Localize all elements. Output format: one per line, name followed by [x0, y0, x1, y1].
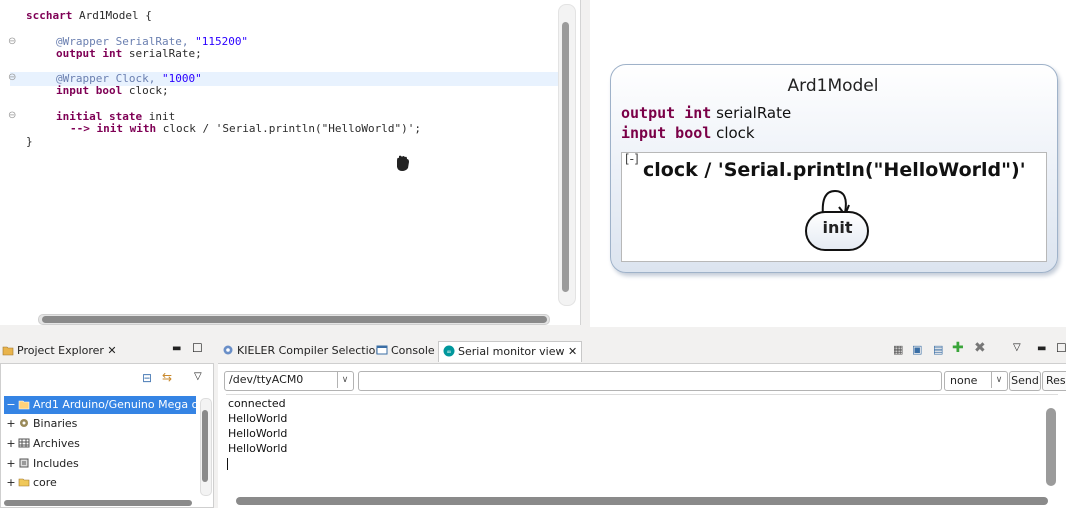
tree-item[interactable]: + Archives — [4, 435, 80, 453]
code-token: --> init — [70, 122, 130, 135]
serial-output-line: HelloWorld — [228, 412, 288, 425]
folder-icon — [18, 478, 30, 487]
declaration-name: clock — [716, 124, 755, 142]
line-ending-select[interactable]: none ∨ — [944, 371, 1008, 391]
archives-icon — [18, 438, 30, 448]
console-icon — [376, 345, 388, 355]
send-button[interactable]: Send — [1009, 371, 1041, 391]
project-icon — [18, 400, 30, 410]
serial-output-area[interactable] — [226, 394, 1058, 495]
collapse-icon[interactable]: − — [4, 396, 18, 414]
output-horizontal-scroll-thumb[interactable] — [236, 497, 1048, 505]
pin-console-icon[interactable]: ▤ — [933, 343, 943, 356]
declaration-keyword: input bool — [621, 124, 712, 142]
grab-cursor-icon — [397, 155, 409, 171]
minimize-icon[interactable]: ▬ — [172, 343, 181, 354]
tree-horizontal-scroll-thumb[interactable] — [4, 500, 192, 506]
tree-item[interactable]: + Binaries — [4, 415, 77, 433]
project-explorer-icon — [2, 346, 14, 356]
view-menu-icon[interactable]: ▽ — [1013, 342, 1021, 353]
arduino-icon: ∞ — [443, 345, 455, 357]
declaration-input: input bool clock — [621, 124, 755, 142]
expand-icon[interactable]: + — [4, 415, 18, 433]
tree-item-label: Includes — [33, 457, 79, 470]
declaration-keyword: output int — [621, 104, 712, 122]
link-with-editor-icon[interactable]: ⇆ — [162, 370, 172, 384]
editor-vertical-scroll-thumb[interactable] — [562, 22, 569, 292]
expand-icon[interactable]: + — [4, 455, 18, 473]
fold-marker-icon[interactable]: ⊖ — [8, 110, 16, 121]
minimize-icon[interactable]: ▬ — [1037, 343, 1046, 354]
code-line[interactable]: } — [26, 135, 33, 148]
chevron-down-icon[interactable]: ∨ — [337, 372, 352, 388]
pane-separator[interactable] — [0, 327, 1066, 337]
remove-monitor-icon[interactable]: ✖ — [974, 340, 986, 356]
reset-button[interactable]: Reset — [1042, 371, 1066, 391]
fold-marker-icon[interactable]: ⊖ — [8, 36, 16, 47]
binaries-icon — [20, 419, 28, 427]
send-text-input[interactable] — [358, 371, 942, 391]
code-line[interactable]: --> init with clock / 'Serial.println("H… — [70, 122, 421, 135]
output-vertical-scroll-thumb[interactable] — [1046, 408, 1056, 486]
code-token: clock; — [122, 84, 169, 97]
tab-label: KIELER Compiler Selection — [237, 344, 383, 357]
tree-item-label: Binaries — [33, 417, 78, 430]
collapse-all-icon[interactable]: ⊟ — [142, 371, 152, 385]
initial-state-label: init — [822, 218, 853, 237]
port-value: /dev/ttyACM0 — [229, 373, 304, 386]
line-ending-value: none — [950, 374, 978, 387]
tab-serial-monitor[interactable]: ∞ Serial monitor view ✕ — [438, 341, 583, 362]
serial-output-line: HelloWorld — [228, 427, 288, 440]
code-line[interactable]: input bool clock; — [56, 84, 169, 97]
tree-item-label: Ard1 Arduino/Genuino Mega or — [33, 398, 203, 411]
transition-label[interactable]: clock / 'Serial.println("HelloWorld")' — [643, 159, 1026, 181]
code-token: Ard1Model { — [72, 9, 152, 22]
includes-icon — [19, 458, 29, 468]
declaration-output: output int serialRate — [621, 104, 791, 122]
expand-icon[interactable]: + — [4, 435, 18, 453]
code-token: } — [26, 135, 33, 148]
add-monitor-icon[interactable]: ✚ — [952, 340, 964, 356]
code-token: "115200" — [195, 35, 249, 48]
declaration-name: serialRate — [716, 104, 792, 122]
text-caret — [227, 458, 228, 470]
fold-marker-icon[interactable]: ⊖ — [8, 72, 16, 83]
view-menu-icon[interactable]: ▽ — [194, 371, 202, 382]
code-token: serialRate; — [122, 47, 202, 60]
svg-text:∞: ∞ — [447, 349, 452, 356]
code-token: input bool — [56, 84, 123, 97]
tree-item[interactable]: − Ard1 Arduino/Genuino Mega or — [4, 396, 203, 414]
tab-console[interactable]: Console — [376, 341, 435, 361]
compiler-icon — [223, 345, 233, 355]
tab-label: Serial monitor view ✕ — [458, 345, 578, 358]
tab-project-explorer[interactable]: Project Explorer ✕ — [2, 341, 117, 361]
code-line[interactable]: output int serialRate; — [56, 47, 202, 60]
maximize-icon[interactable]: ☐ — [192, 341, 203, 355]
tree-item[interactable]: + Includes — [4, 455, 79, 473]
tree-item-label: Archives — [33, 437, 80, 450]
code-token: clock / 'Serial.println("HelloWorld")'; — [156, 122, 422, 135]
tree-item[interactable]: + core — [4, 474, 57, 492]
serial-output-line: connected — [228, 397, 286, 410]
tree-vertical-scroll-thumb[interactable] — [202, 410, 208, 482]
code-token: output int — [56, 47, 123, 60]
maximize-icon[interactable]: ☐ — [1056, 341, 1066, 355]
superstate-title: Ard1Model — [787, 76, 879, 96]
editor-horizontal-scroll-thumb[interactable] — [42, 316, 547, 323]
expand-icon[interactable]: + — [4, 474, 18, 492]
tab-label: Project Explorer ✕ — [17, 344, 117, 357]
region-collapse-toggle[interactable]: [-] — [625, 152, 639, 166]
tab-kieler-compiler-selection[interactable]: KIELER Compiler Selection — [222, 341, 382, 361]
chevron-down-icon[interactable]: ∨ — [991, 372, 1006, 388]
scroll-lock-icon[interactable]: ▣ — [912, 343, 922, 356]
serial-output-line: HelloWorld — [228, 442, 288, 455]
tree-item-label: core — [33, 476, 57, 489]
clear-output-icon[interactable]: ▦ — [893, 343, 903, 356]
code-token: scchart — [26, 9, 73, 22]
tab-label: Console — [391, 344, 435, 357]
code-token: with — [129, 122, 157, 135]
code-line[interactable]: scchart Ard1Model { — [26, 9, 152, 22]
